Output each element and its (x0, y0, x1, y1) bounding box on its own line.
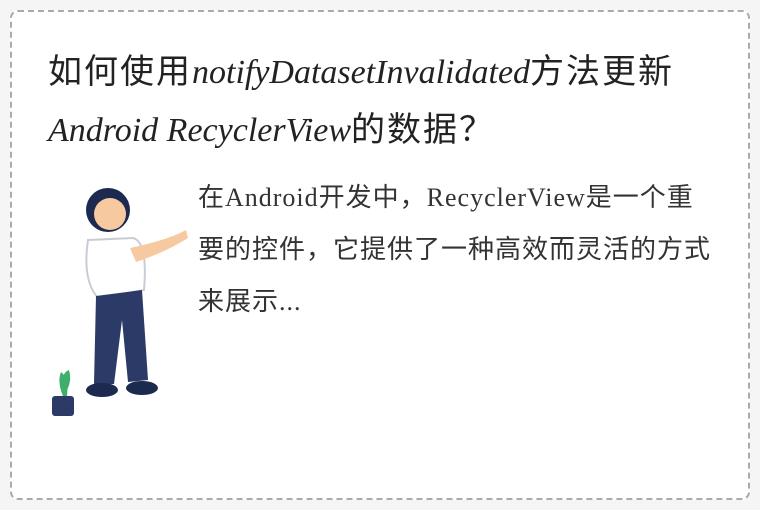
title-text-3: 的数据？ (351, 112, 495, 149)
article-body: 在Android开发中，RecyclerView是一个重要的控件，它提供了一种高… (48, 170, 712, 430)
title-text-1: 如何使用 (48, 54, 192, 91)
article-card: 如何使用notifyDatasetInvalidated方法更新 Android … (10, 10, 750, 500)
person-illustration (48, 170, 198, 430)
article-title: 如何使用notifyDatasetInvalidated方法更新 Android … (48, 44, 712, 160)
title-text-2: 方法更新 (530, 54, 674, 91)
article-excerpt: 在Android开发中，RecyclerView是一个重要的控件，它提供了一种高… (198, 170, 712, 328)
title-class-name: Android RecyclerView (48, 112, 351, 149)
title-method-name: notifyDatasetInvalidated (192, 54, 530, 91)
